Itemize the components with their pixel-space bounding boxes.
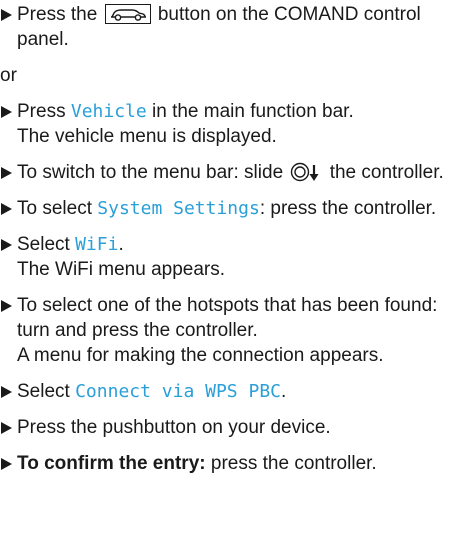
step-press-car-button: Press the button on the COMAND control p… bbox=[0, 2, 461, 52]
step-text: press the controller. bbox=[205, 453, 377, 474]
controller-slide-down-icon bbox=[290, 162, 322, 182]
step-text: . bbox=[281, 381, 287, 402]
or-separator: or bbox=[0, 65, 17, 86]
step-text: . bbox=[118, 234, 124, 255]
step-press-device-pushbutton: Press the pushbutton on your device. bbox=[0, 415, 461, 440]
step-bullet-icon bbox=[1, 300, 12, 312]
step-bullet-icon bbox=[1, 458, 12, 470]
step-select-system-settings: To select System Settings: press the con… bbox=[0, 196, 461, 221]
step-bullet-icon bbox=[1, 386, 12, 398]
step-bullet-icon bbox=[1, 203, 12, 215]
step-bullet-icon bbox=[1, 106, 12, 118]
step-bold-lead: To confirm the entry: bbox=[17, 453, 206, 474]
display-text-connect-wps-pbc: Connect via WPS PBC bbox=[75, 381, 281, 402]
step-confirm-entry: To confirm the entry: press the controll… bbox=[0, 451, 461, 476]
display-text-wifi: WiFi bbox=[75, 234, 119, 255]
step-result-text: The vehicle menu is displayed. bbox=[17, 126, 277, 147]
step-select-hotspot: To select one of the hotspots that has b… bbox=[0, 293, 461, 368]
step-text: Press bbox=[17, 101, 71, 122]
step-text: Select bbox=[17, 234, 76, 255]
step-select-wifi: Select WiFi. The WiFi menu appears. bbox=[0, 232, 461, 282]
step-result-text: The WiFi menu appears. bbox=[17, 259, 226, 280]
instruction-page: Press the button on the COMAND control p… bbox=[0, 2, 461, 487]
step-bullet-icon bbox=[1, 422, 12, 434]
step-text: To select one of the hotspots that has b… bbox=[17, 295, 438, 341]
step-text: the controller. bbox=[324, 162, 444, 183]
step-text: : press the controller. bbox=[259, 198, 437, 219]
step-bullet-icon bbox=[1, 239, 12, 251]
step-text: Select bbox=[17, 381, 76, 402]
display-text-vehicle: Vehicle bbox=[70, 101, 147, 122]
car-button-icon bbox=[104, 4, 151, 24]
step-text: To select bbox=[17, 198, 98, 219]
step-bullet-icon bbox=[1, 167, 12, 179]
step-select-wps-pbc: Select Connect via WPS PBC. bbox=[0, 379, 461, 404]
step-text: To switch to the menu bar: slide bbox=[17, 162, 289, 183]
step-switch-menu-bar: To switch to the menu bar: slide the con… bbox=[0, 160, 461, 185]
step-result-text: A menu for making the connection appears… bbox=[17, 345, 384, 366]
step-press-vehicle: Press Vehicle in the main function bar. … bbox=[0, 99, 461, 149]
step-text: in the main function bar. bbox=[146, 101, 354, 122]
step-text: Press the pushbutton on your device. bbox=[17, 417, 331, 438]
display-text-system-settings: System Settings bbox=[97, 198, 260, 219]
step-text: Press the bbox=[17, 4, 103, 25]
step-bullet-icon bbox=[1, 9, 12, 21]
